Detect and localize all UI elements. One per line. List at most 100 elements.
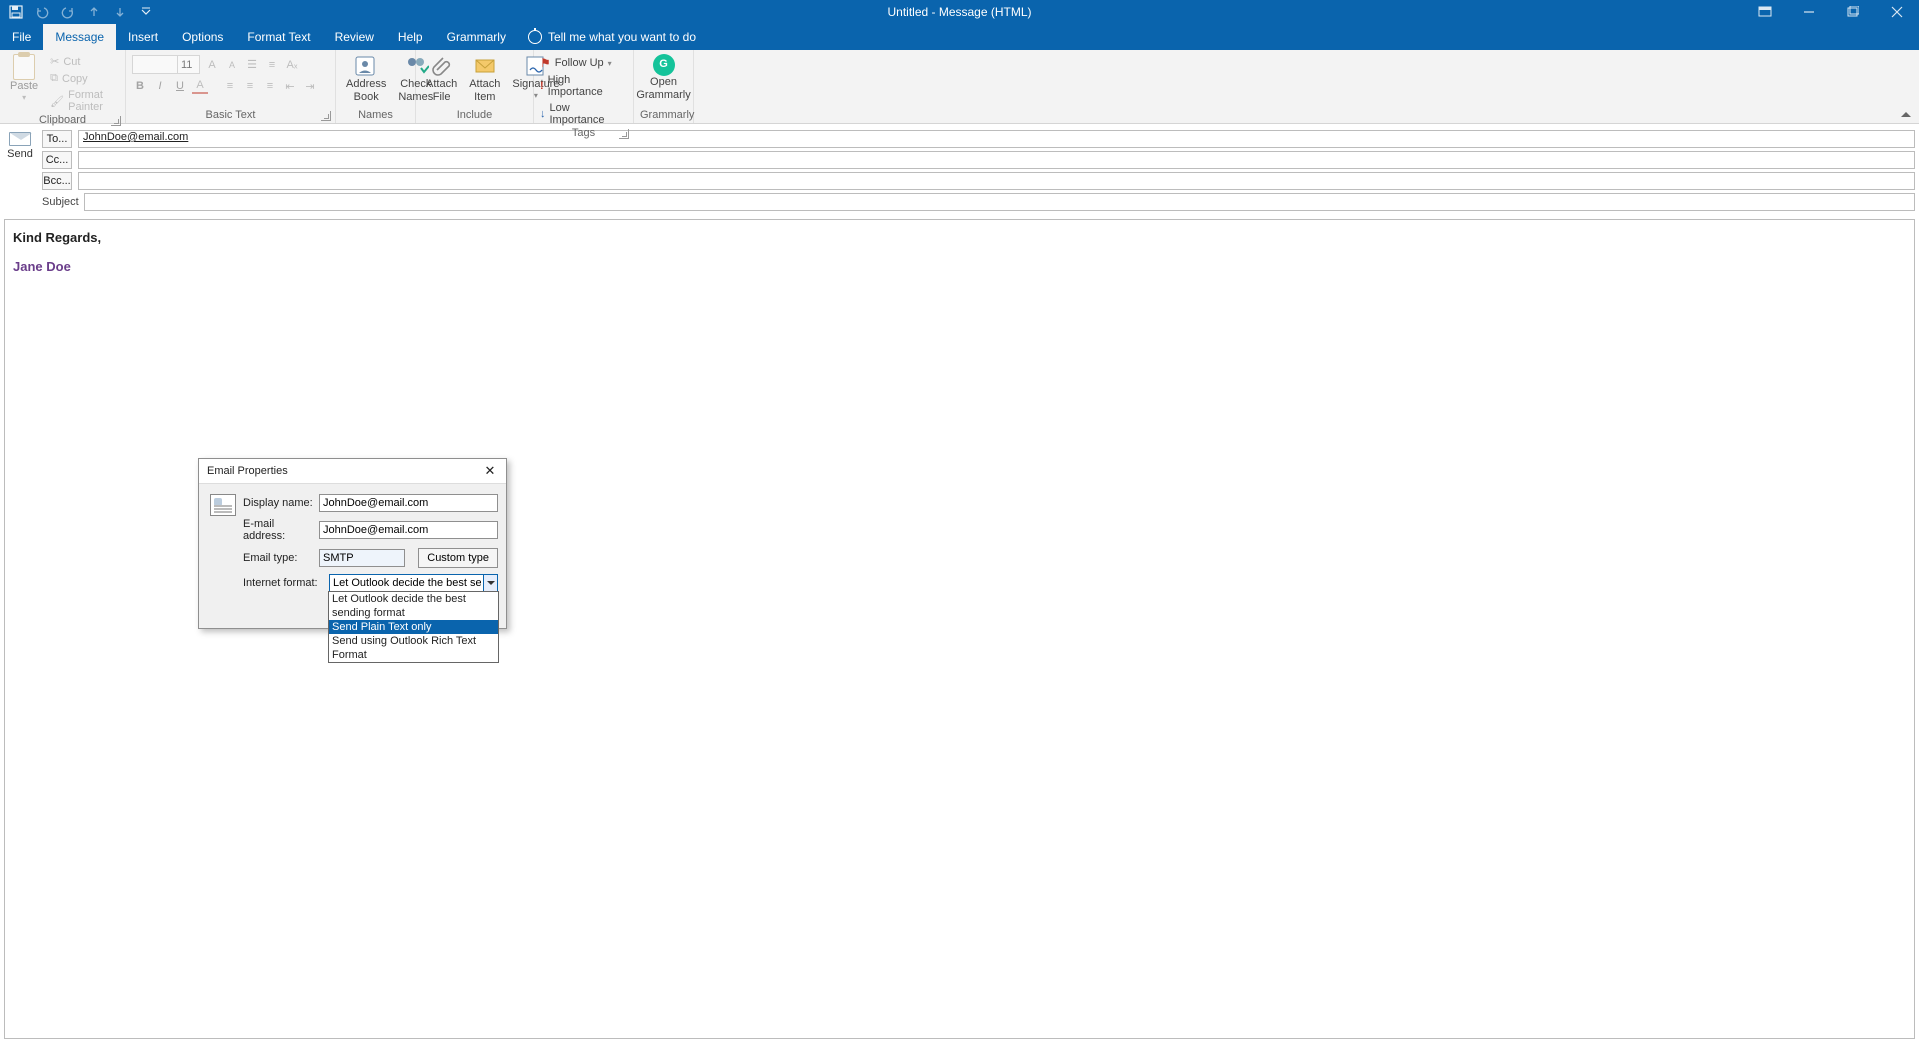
shrink-font-icon[interactable]: A	[224, 57, 240, 73]
tab-grammarly[interactable]: Grammarly	[435, 24, 518, 50]
window-controls	[1743, 0, 1919, 24]
attach-item-icon	[472, 54, 498, 78]
undo-icon[interactable]	[34, 4, 50, 20]
paperclip-icon	[429, 54, 455, 78]
cc-field[interactable]	[78, 151, 1915, 169]
tell-me-label: Tell me what you want to do	[548, 30, 696, 44]
low-importance-button[interactable]: ↓Low Importance	[540, 101, 627, 127]
tab-file[interactable]: File	[0, 24, 43, 50]
address-book-button[interactable]: Address Book	[342, 52, 390, 106]
dialog-close-icon[interactable]: ✕	[482, 463, 498, 479]
align-center-icon[interactable]: ≡	[242, 78, 258, 94]
body-signature-name: Jane Doe	[13, 259, 1906, 274]
subject-label: Subject	[42, 196, 78, 208]
cc-button[interactable]: Cc...	[42, 151, 72, 169]
group-tags-label: Tags	[572, 127, 595, 139]
dialog-launcher-icon[interactable]	[111, 116, 121, 126]
window-title: Untitled - Message (HTML)	[887, 5, 1031, 19]
quick-access-toolbar	[0, 4, 154, 20]
to-recipient-chip[interactable]: JohnDoe@email.com	[83, 131, 188, 143]
high-importance-button[interactable]: !High Importance	[540, 73, 627, 99]
save-icon[interactable]	[8, 4, 24, 20]
dialog-launcher-icon[interactable]	[321, 111, 331, 121]
envelope-icon	[9, 132, 31, 146]
email-type-field[interactable]	[319, 549, 405, 567]
bold-icon[interactable]: B	[132, 78, 148, 94]
paste-icon	[13, 54, 35, 80]
bcc-field[interactable]	[78, 172, 1915, 190]
align-left-icon[interactable]: ≡	[222, 78, 238, 94]
qat-customize-icon[interactable]	[138, 4, 154, 20]
font-name-combo[interactable]	[132, 55, 178, 74]
tell-me[interactable]: Tell me what you want to do	[528, 24, 696, 50]
dialog-launcher-icon[interactable]	[619, 129, 629, 139]
combo-dropdown-icon[interactable]	[483, 575, 497, 591]
format-option[interactable]: Send Plain Text only	[329, 620, 498, 634]
send-button[interactable]: Send	[4, 130, 36, 211]
group-clipboard: Paste ▾ ✂Cut ⧉Copy 🖌Format Painter Clipb…	[0, 50, 126, 123]
collapse-ribbon-icon[interactable]	[1899, 107, 1913, 121]
tab-review[interactable]: Review	[323, 24, 386, 50]
email-properties-dialog: Email Properties ✕ Display name: E-mail …	[198, 458, 507, 629]
format-painter-button[interactable]: 🖌Format Painter	[48, 88, 119, 114]
down-arrow-icon: ↓	[540, 108, 546, 120]
ribbon: Paste ▾ ✂Cut ⧉Copy 🖌Format Painter Clipb…	[0, 50, 1919, 124]
brush-icon: 🖌	[50, 95, 64, 108]
minimize-icon[interactable]	[1787, 0, 1831, 24]
message-body[interactable]: Kind Regards, Jane Doe Email Properties …	[4, 219, 1915, 1039]
increase-indent-icon[interactable]: ⇥	[302, 78, 318, 94]
chevron-down-icon: ▾	[22, 93, 26, 103]
bullets-icon[interactable]: ☰	[244, 57, 260, 73]
group-basic-text-label: Basic Text	[206, 109, 256, 121]
tab-help[interactable]: Help	[386, 24, 435, 50]
to-field[interactable]: JohnDoe@email.com	[78, 130, 1915, 148]
tab-format-text[interactable]: Format Text	[235, 24, 322, 50]
paste-button[interactable]: Paste ▾	[6, 52, 42, 105]
custom-type-button[interactable]: Custom type	[418, 548, 498, 568]
italic-icon[interactable]: I	[152, 78, 168, 94]
open-grammarly-button[interactable]: G Open Grammarly	[640, 52, 687, 104]
display-name-label: Display name:	[243, 497, 313, 509]
display-name-field[interactable]	[319, 494, 498, 512]
tab-message[interactable]: Message	[43, 24, 116, 50]
tab-options[interactable]: Options	[170, 24, 235, 50]
attach-file-button[interactable]: Attach File	[422, 52, 461, 106]
format-option[interactable]: Let Outlook decide the best sending form…	[329, 592, 498, 620]
group-tags: ⚑Follow Up▾ !High Importance ↓Low Import…	[534, 50, 634, 123]
copy-button[interactable]: ⧉Copy	[48, 71, 119, 86]
email-address-label: E-mail address:	[243, 518, 313, 542]
tab-insert[interactable]: Insert	[116, 24, 170, 50]
email-address-field[interactable]	[319, 521, 498, 539]
format-option[interactable]: Send using Outlook Rich Text Format	[329, 634, 498, 662]
numbering-icon[interactable]: ≡	[264, 57, 280, 73]
font-size-combo[interactable]	[178, 55, 200, 74]
align-right-icon[interactable]: ≡	[262, 78, 278, 94]
decrease-indent-icon[interactable]: ⇤	[282, 78, 298, 94]
follow-up-button[interactable]: ⚑Follow Up▾	[540, 55, 627, 71]
cut-button[interactable]: ✂Cut	[48, 54, 119, 69]
email-type-label: Email type:	[243, 552, 313, 564]
internet-format-combo[interactable]	[329, 574, 498, 592]
attach-item-button[interactable]: Attach Item	[465, 52, 504, 106]
grow-font-icon[interactable]: A	[204, 57, 220, 73]
redo-icon[interactable]	[60, 4, 76, 20]
next-item-icon[interactable]	[112, 4, 128, 20]
paste-label: Paste	[10, 80, 38, 93]
group-grammarly: G Open Grammarly Grammarly	[634, 50, 694, 123]
group-basic-text: A A ☰ ≡ Aₓ B I U A ≡ ≡ ≡ ⇤ ⇥ Basic Text	[126, 50, 336, 123]
font-color-icon[interactable]: A	[192, 78, 208, 94]
ribbon-display-icon[interactable]	[1743, 0, 1787, 24]
close-icon[interactable]	[1875, 0, 1919, 24]
clear-format-icon[interactable]: Aₓ	[284, 57, 300, 73]
maximize-icon[interactable]	[1831, 0, 1875, 24]
underline-icon[interactable]: U	[172, 78, 188, 94]
bcc-button[interactable]: Bcc...	[42, 172, 72, 190]
prev-item-icon[interactable]	[86, 4, 102, 20]
addressing-area: Send To... JohnDoe@email.com Cc... Bcc..…	[0, 124, 1919, 213]
subject-field[interactable]	[84, 193, 1915, 211]
group-names: Address Book Check Names Names	[336, 50, 416, 123]
to-button[interactable]: To...	[42, 130, 72, 148]
address-book-icon	[353, 54, 379, 78]
flag-icon: ⚑	[540, 56, 551, 70]
grammarly-icon: G	[653, 54, 675, 76]
